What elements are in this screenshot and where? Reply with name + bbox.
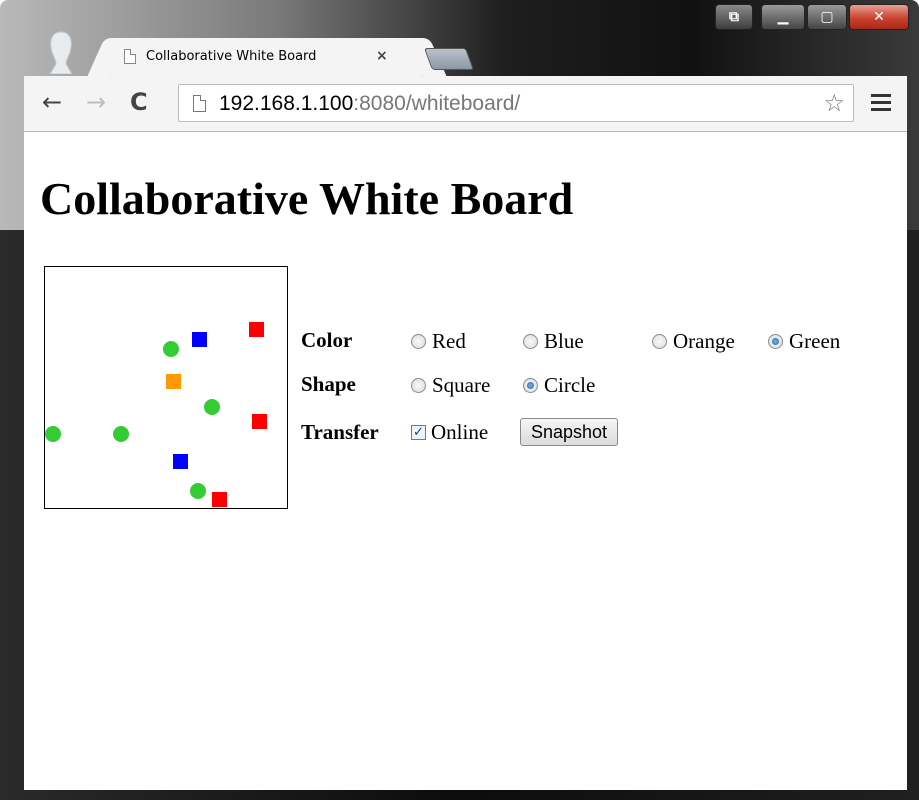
whiteboard-canvas[interactable]: [44, 266, 288, 509]
shape-option-circle[interactable]: Circle: [523, 373, 595, 398]
green-circle-mark: [190, 483, 206, 499]
transfer-label: Transfer: [301, 420, 379, 444]
minimize-icon[interactable]: ▁: [761, 4, 805, 30]
close-icon[interactable]: ✕: [849, 4, 909, 30]
shape-label: Shape: [301, 372, 356, 396]
window-controls: ⧉ ▁ ▢ ✕: [715, 4, 909, 30]
radio-orange[interactable]: [652, 334, 667, 349]
red-square-mark: [248, 321, 264, 337]
browser-toolbar: ← → C 192.168.1.100:8080/whiteboard/ ☆: [24, 76, 907, 132]
page-icon: [193, 95, 206, 112]
red-square-mark: [211, 491, 227, 507]
color-option-blue[interactable]: Blue: [523, 329, 584, 354]
radio-circle[interactable]: [523, 378, 538, 393]
new-tab-button[interactable]: [423, 48, 475, 70]
color-option-green[interactable]: Green: [768, 329, 840, 354]
page-title: Collaborative White Board: [40, 173, 574, 224]
green-circle-mark: [163, 341, 179, 357]
shape-option-square[interactable]: Square: [411, 373, 490, 398]
tab-collaborative-white-board[interactable]: Collaborative White Board ×: [112, 38, 422, 76]
green-circle-mark: [204, 399, 220, 415]
red-square-mark: [251, 413, 267, 429]
online-checkbox[interactable]: ✓: [411, 425, 426, 440]
online-option[interactable]: ✓ Online: [411, 420, 488, 445]
green-circle-mark: [113, 426, 129, 442]
radio-red[interactable]: [411, 334, 426, 349]
page-icon: [124, 48, 136, 64]
orange-square-mark: [165, 373, 181, 389]
menu-icon[interactable]: [871, 94, 891, 115]
url-text[interactable]: 192.168.1.100:8080/whiteboard/: [219, 92, 520, 116]
forward-arrow-icon[interactable]: →: [86, 90, 106, 114]
bookmark-star-icon[interactable]: ☆: [823, 89, 845, 117]
tab-title: Collaborative White Board: [146, 48, 317, 64]
radio-square[interactable]: [411, 378, 426, 393]
blue-square-mark: [191, 331, 207, 347]
radio-blue[interactable]: [523, 334, 538, 349]
maximize-icon[interactable]: ▢: [807, 4, 847, 30]
green-circle-mark: [45, 426, 61, 442]
snapshot-button[interactable]: Snapshot: [520, 418, 619, 446]
reload-icon[interactable]: C: [130, 90, 148, 114]
radio-green[interactable]: [768, 334, 783, 349]
color-option-red[interactable]: Red: [411, 329, 466, 354]
extension-icon[interactable]: ⧉: [715, 4, 753, 30]
address-bar[interactable]: 192.168.1.100:8080/whiteboard/ ☆: [178, 84, 854, 122]
color-label: Color: [301, 328, 353, 352]
color-option-orange[interactable]: Orange: [652, 329, 735, 354]
page-content: Collaborative White Board Color Red Blue…: [24, 132, 907, 790]
profile-avatar-icon[interactable]: [46, 30, 76, 74]
back-arrow-icon[interactable]: ←: [42, 90, 62, 114]
tab-close-icon[interactable]: ×: [376, 48, 388, 64]
blue-square-mark: [172, 453, 188, 469]
